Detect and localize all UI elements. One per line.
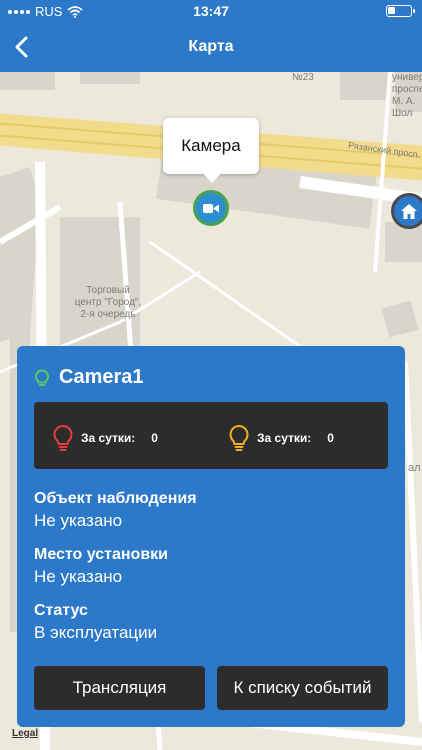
stat-value: 0 bbox=[327, 431, 334, 445]
map-label-house: №23 bbox=[292, 72, 314, 83]
map-label-line: Торговый bbox=[86, 285, 130, 296]
field-label: Место установки bbox=[34, 546, 169, 563]
page-title: Карта bbox=[188, 38, 234, 55]
field-value: Не указано bbox=[34, 511, 123, 530]
stream-button[interactable]: Трансляция bbox=[34, 666, 205, 710]
stat-label: За сутки: bbox=[81, 431, 136, 445]
video-camera-icon bbox=[203, 203, 219, 213]
yellow-bulb-icon bbox=[229, 424, 249, 451]
camera-info-card: Camera1 За сутки: 0 За сутки: 0 Объект н… bbox=[17, 346, 405, 727]
map-label-line: 2-я очередь bbox=[80, 309, 136, 320]
camera-header: Camera1 bbox=[33, 366, 144, 389]
nav-bar: Карта bbox=[0, 22, 422, 72]
map-label-side: ал bbox=[408, 462, 421, 474]
camera-marker[interactable] bbox=[193, 190, 229, 226]
stat-value: 0 bbox=[151, 431, 158, 445]
map-label-university: универс проспе М. А. Шол bbox=[392, 72, 422, 120]
field-label: Объект наблюдения bbox=[34, 490, 197, 507]
field-label: Статус bbox=[34, 602, 88, 619]
clock: 13:47 bbox=[193, 3, 229, 19]
battery-icon bbox=[386, 5, 415, 17]
stats-panel: За сутки: 0 За сутки: 0 bbox=[34, 402, 388, 469]
marker-callout: Камера bbox=[163, 118, 259, 183]
home-marker[interactable] bbox=[391, 193, 422, 229]
map-label-line: универс bbox=[392, 72, 422, 83]
field-value: В эксплуатации bbox=[34, 623, 158, 642]
field-observation-object: Объект наблюдения Не указано bbox=[34, 490, 197, 531]
field-install-location: Место установки Не указано bbox=[34, 546, 168, 587]
home-icon bbox=[401, 203, 417, 219]
camera-name: Camera1 bbox=[59, 366, 144, 388]
field-value: Не указано bbox=[34, 567, 123, 586]
map-label-mall: Торговый центр "Город", 2-я очередь bbox=[62, 285, 154, 321]
stat-label: За сутки: bbox=[257, 431, 312, 445]
stat-yellow: За сутки: 0 bbox=[227, 424, 334, 452]
map-label-line: М. А. Шол bbox=[392, 96, 416, 119]
events-list-button[interactable]: К списку событий bbox=[217, 666, 388, 710]
red-bulb-icon bbox=[53, 424, 73, 451]
stat-red: За сутки: 0 bbox=[51, 424, 158, 452]
legal-link[interactable]: Legal bbox=[12, 728, 38, 739]
map-label-line: проспе bbox=[392, 84, 422, 95]
status-bar: RUS 13:47 bbox=[0, 0, 422, 22]
field-status: Статус В эксплуатации bbox=[34, 602, 157, 643]
bulb-icon bbox=[35, 369, 49, 386]
map-label-line: центр "Город", bbox=[74, 297, 142, 308]
